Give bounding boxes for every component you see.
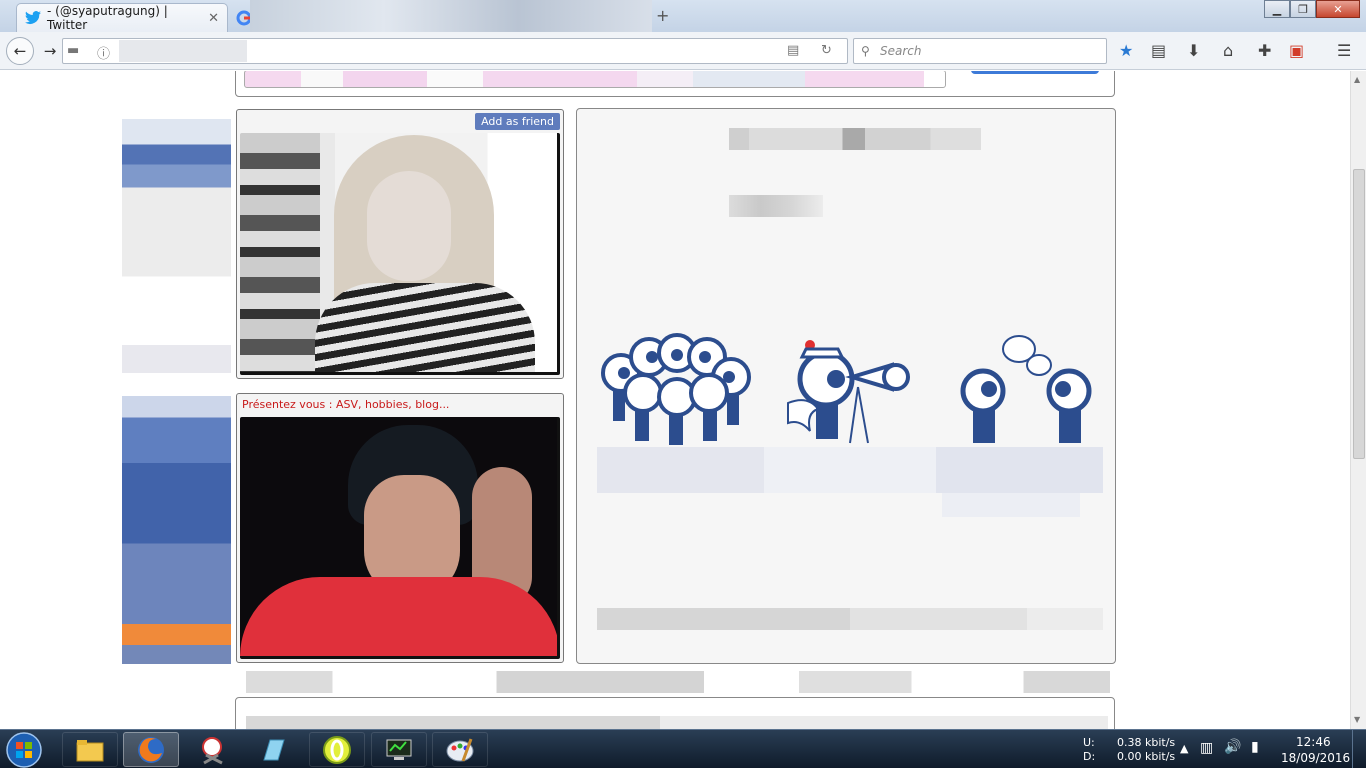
back-button[interactable]: ← <box>6 37 34 65</box>
taskbar-explorer[interactable] <box>62 732 118 767</box>
redacted-feature-captions-2 <box>942 493 1080 517</box>
network-icon[interactable]: ▥ <box>1200 740 1213 756</box>
page-icon: ▬ <box>67 43 80 58</box>
mascot-telescope-icon <box>787 340 910 444</box>
taskbar-snipping-tool[interactable] <box>185 732 241 767</box>
redacted-subheading <box>729 195 823 217</box>
stranger-video <box>240 133 560 375</box>
redacted-sidebar-top <box>122 119 231 373</box>
redacted-link-row <box>246 671 1110 693</box>
show-desktop-button[interactable] <box>1352 730 1366 768</box>
clock-time[interactable]: 12:46 <box>1296 735 1331 749</box>
file-explorer-icon <box>76 739 104 761</box>
top-header-box <box>235 71 1115 97</box>
chat-info-panel <box>576 108 1116 664</box>
tab-twitter[interactable]: - (@syaputragung) | Twitter ✕ <box>16 3 228 32</box>
window-controls: ▁ ❐ ✕ <box>1264 0 1360 18</box>
network-monitor-icon <box>386 739 412 760</box>
blue-tab-strip <box>971 71 1099 74</box>
bookmarks-list-icon[interactable]: ▤ <box>1151 41 1166 60</box>
bookmark-star-icon[interactable]: ★ <box>1119 41 1133 60</box>
opera-icon <box>323 735 351 764</box>
forward-button[interactable]: → <box>36 37 64 65</box>
redacted-tab-area <box>250 0 652 36</box>
navigation-toolbar: ← → ▬ ⓘ ▤ ↻ ⚲ Search ★ ▤ ⬇ ⌂ ✚ ▣ ☰ <box>0 32 1366 70</box>
tab-close-icon[interactable]: ✕ <box>208 11 219 26</box>
home-icon[interactable]: ⌂ <box>1223 41 1233 60</box>
taskbar-paint[interactable] <box>432 732 488 767</box>
add-friend-button[interactable]: Add as friend <box>475 113 560 130</box>
taskbar-network-monitor[interactable] <box>371 732 427 767</box>
wall-photos <box>240 133 320 372</box>
taskbar-notepad[interactable] <box>246 732 302 767</box>
windows-taskbar: U: D: 0.38 kbit/s 0.00 kbit/s ▲ ▥ 🔊 ▮ 12… <box>0 729 1366 768</box>
scroll-up-icon[interactable]: ▲ <box>1354 75 1360 84</box>
arrow-right-icon: → <box>43 42 57 60</box>
arrow-left-icon: ← <box>13 42 27 60</box>
my-video <box>240 417 560 659</box>
scrollbar-thumb[interactable] <box>1353 169 1365 459</box>
bottom-box <box>235 697 1115 729</box>
download-icon[interactable]: ⬇ <box>1187 41 1200 60</box>
search-icon: ⚲ <box>861 44 870 58</box>
reload-icon[interactable]: ↻ <box>821 43 832 58</box>
notepad-icon <box>263 739 285 760</box>
tray-expand-icon[interactable]: ▲ <box>1180 742 1188 755</box>
info-icon: ⓘ <box>97 47 111 62</box>
redacted-heading <box>729 128 981 150</box>
twitter-icon <box>25 10 41 26</box>
taskbar-firefox[interactable] <box>123 732 179 767</box>
search-placeholder: Search <box>880 44 922 58</box>
redacted-banner <box>244 71 946 88</box>
tab-title: - (@syaputragung) | Twitter <box>47 4 168 32</box>
screenshot-icon[interactable]: ▣ <box>1289 41 1304 60</box>
snipping-tool-icon <box>202 736 223 764</box>
redacted-feature-captions <box>597 447 1103 493</box>
scroll-down-icon[interactable]: ▼ <box>1354 715 1360 724</box>
new-tab-button[interactable]: + <box>656 6 669 25</box>
battery-icon[interactable]: ▮ <box>1251 739 1259 755</box>
paint-icon <box>446 737 474 762</box>
download-label: D: <box>1083 750 1096 763</box>
upload-label: U: <box>1083 736 1095 749</box>
url-bar[interactable]: ▬ ⓘ ▤ ↻ <box>62 38 848 64</box>
close-window-button[interactable]: ✕ <box>1316 0 1360 18</box>
reader-view-icon[interactable]: ▤ <box>787 43 799 58</box>
upload-speed: 0.38 kbit/s <box>1117 736 1176 749</box>
my-webcam-panel: Présentez vous : ASV, hobbies, blog... <box>236 393 564 663</box>
minimize-button[interactable]: ▁ <box>1264 0 1290 18</box>
mascot-crowd-icon <box>601 333 751 445</box>
download-speed: 0.00 kbit/s <box>1117 750 1176 763</box>
browser-titlebar: - (@syaputragung) | Twitter ✕ + ▁ ❐ ✕ <box>0 0 1366 36</box>
search-input[interactable]: ⚲ Search <box>853 38 1107 64</box>
person-face <box>367 171 451 281</box>
redacted-bottom-text <box>246 716 1108 729</box>
redacted-footer-text <box>597 608 1103 630</box>
mascot-chatting-icon <box>960 335 1092 443</box>
page-scrollbar[interactable]: ▲ ▼ <box>1350 71 1366 729</box>
volume-icon[interactable]: 🔊 <box>1224 739 1241 755</box>
addons-icon[interactable]: ✚ <box>1258 41 1271 60</box>
intro-prompt: Présentez vous : ASV, hobbies, blog... <box>242 398 450 411</box>
taskbar-opera[interactable] <box>309 732 365 767</box>
start-orb[interactable] <box>4 731 44 768</box>
restore-button[interactable]: ❐ <box>1290 0 1316 18</box>
stranger-webcam-panel: Add as friend <box>236 109 564 379</box>
clock-date[interactable]: 18/09/2016 <box>1281 751 1350 765</box>
person-shirt <box>240 577 557 656</box>
menu-icon[interactable]: ☰ <box>1337 41 1351 60</box>
firefox-icon <box>138 736 164 763</box>
page-content: Add as friend Présentez vous : ASV, hobb… <box>0 71 1350 729</box>
person-shirt <box>315 283 535 372</box>
redacted-sidebar-bottom <box>122 396 231 664</box>
redacted-url <box>119 40 247 62</box>
